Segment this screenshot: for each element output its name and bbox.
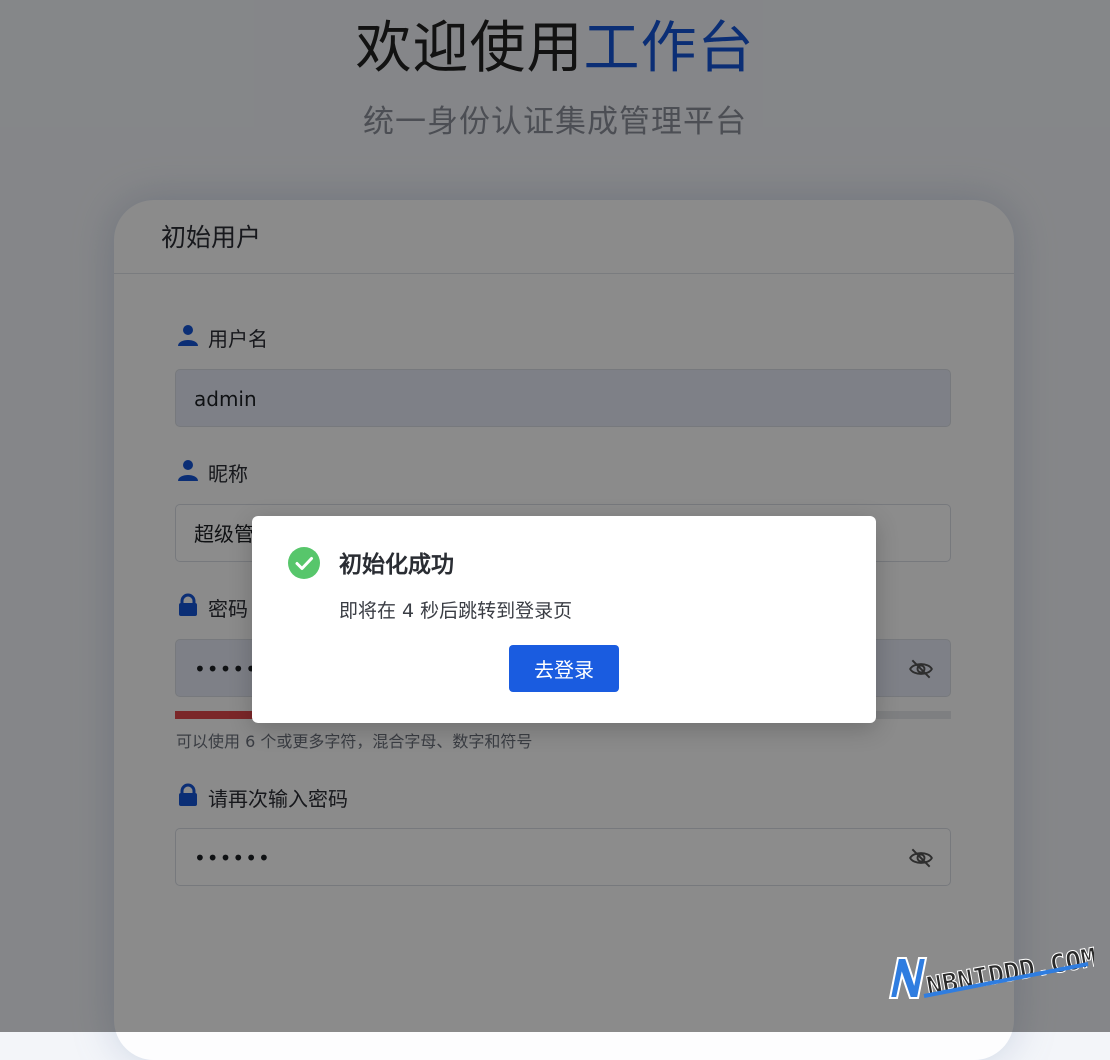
dialog-title: 初始化成功	[339, 552, 454, 578]
success-dialog: 初始化成功 即将在 4 秒后跳转到登录页 去登录	[252, 516, 876, 723]
dialog-message: 即将在 4 秒后跳转到登录页	[339, 600, 573, 622]
check-circle-icon	[287, 546, 321, 580]
go-login-button[interactable]: 去登录	[509, 645, 619, 692]
watermark-text: NBNIDDD.COM	[924, 943, 1094, 1002]
watermark-logo: NBNIDDD.COM	[888, 942, 1094, 1003]
